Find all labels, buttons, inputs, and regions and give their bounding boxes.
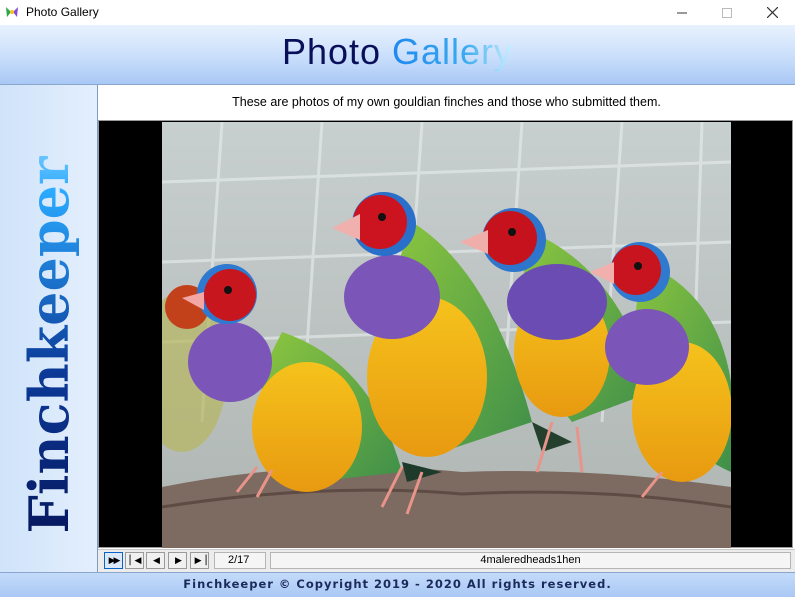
brand-vertical-text: Finchkeeper <box>17 91 81 599</box>
finch-photo-illustration <box>162 122 731 548</box>
skip-first-icon: ▏◀ <box>129 555 142 566</box>
maximize-icon <box>722 7 732 18</box>
photo-viewer <box>98 120 793 548</box>
image-name: 4maleredheads1hen <box>270 552 791 569</box>
previous-button[interactable]: ◀ <box>146 552 165 569</box>
caption-text: These are photos of my own gouldian finc… <box>232 95 661 109</box>
page-header: Photo Gallery <box>0 25 795 85</box>
close-button[interactable] <box>749 0 795 25</box>
last-button[interactable]: ▶▕ <box>190 552 209 569</box>
sidebar: Finchkeeper <box>0 85 98 572</box>
page-footer: Finchkeeper © Copyright 2019 - 2020 All … <box>0 572 795 597</box>
page-indicator: 2/17 <box>214 552 266 569</box>
minimize-icon <box>677 12 687 13</box>
copyright-text: Finchkeeper © Copyright 2019 - 2020 All … <box>183 577 612 591</box>
previous-icon: ◀ <box>153 555 160 566</box>
window-title: Photo Gallery <box>26 5 99 19</box>
next-icon: ▶ <box>175 555 182 566</box>
gallery-photo[interactable] <box>162 122 731 548</box>
fast-forward-icon: ▶▶ <box>108 555 121 566</box>
play-button[interactable]: ▶▶ <box>104 552 123 569</box>
title-word-gallery: Gallery <box>392 31 514 72</box>
title-bar: Photo Gallery <box>0 0 795 25</box>
page-title: Photo Gallery <box>0 31 795 73</box>
first-button[interactable]: ▏◀ <box>125 552 144 569</box>
close-icon <box>766 7 778 18</box>
next-button[interactable]: ▶ <box>168 552 187 569</box>
skip-last-icon: ▶▕ <box>194 555 207 566</box>
minimize-button[interactable] <box>659 0 705 25</box>
finch-app-icon <box>6 7 18 17</box>
viewer-navigation: ▶▶ ▏◀ ◀ ▶ ▶▕ 2/17 4maleredheads1hen <box>98 549 795 572</box>
maximize-button[interactable] <box>704 0 750 25</box>
title-word-photo: Photo <box>281 31 382 72</box>
gallery-caption: These are photos of my own gouldian finc… <box>98 85 795 119</box>
